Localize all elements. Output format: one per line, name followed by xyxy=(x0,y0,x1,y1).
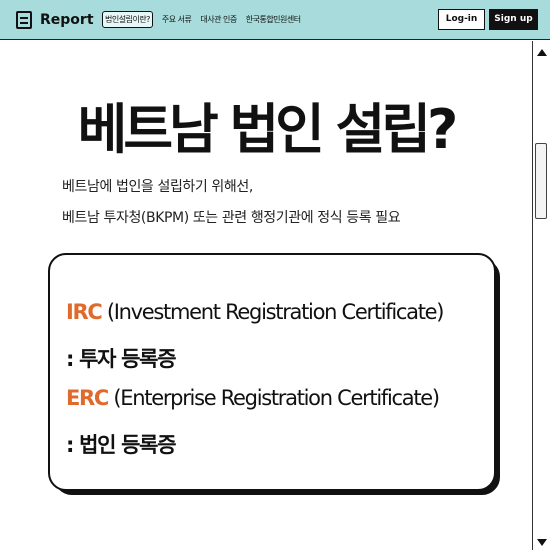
irc-korean: : 투자 등록증 xyxy=(66,347,177,371)
description-line-2: 베트남 투자청(BKPM) 또는 관련 행정기관에 정식 등록 필요 xyxy=(62,210,401,226)
nav-item-documents[interactable]: 주요 서류 xyxy=(162,14,192,25)
nav-item-company-setup[interactable]: 법인설립이란? xyxy=(102,11,153,28)
irc-code: IRC xyxy=(66,300,103,324)
logo-text: Report xyxy=(40,12,94,28)
main-nav: 법인설립이란? 주요 서류 대사관 인증 한국통합민원센터 xyxy=(102,11,310,28)
scroll-thumb[interactable] xyxy=(535,143,547,219)
erc-full-name: (Enterprise Registration Certificate) xyxy=(108,386,440,410)
login-button[interactable]: Log-in xyxy=(438,9,485,30)
page-title: 베트남 법인 설립? xyxy=(77,98,459,161)
scroll-down-icon[interactable] xyxy=(537,539,547,546)
signup-button[interactable]: Sign up xyxy=(489,9,538,30)
irc-line: IRC (Investment Registration Certificate… xyxy=(66,300,445,324)
logo[interactable]: Report xyxy=(16,10,94,30)
top-navigation-bar: Report 법인설립이란? 주요 서류 대사관 인증 한국통합민원센터 Log… xyxy=(0,0,550,40)
description-line-1: 베트남에 법인을 설립하기 위해선, xyxy=(62,179,253,195)
irc-full-name: (Investment Registration Certificate) xyxy=(101,300,445,324)
erc-code: ERC xyxy=(66,386,109,410)
erc-line: ERC (Enterprise Registration Certificate… xyxy=(66,386,440,410)
vertical-scrollbar[interactable] xyxy=(532,41,550,550)
report-icon xyxy=(16,11,32,29)
erc-korean: : 법인 등록증 xyxy=(66,433,177,457)
scroll-up-icon[interactable] xyxy=(537,49,547,56)
nav-item-embassy[interactable]: 대사관 인증 xyxy=(200,14,237,25)
nav-item-center[interactable]: 한국통합민원센터 xyxy=(246,14,301,25)
